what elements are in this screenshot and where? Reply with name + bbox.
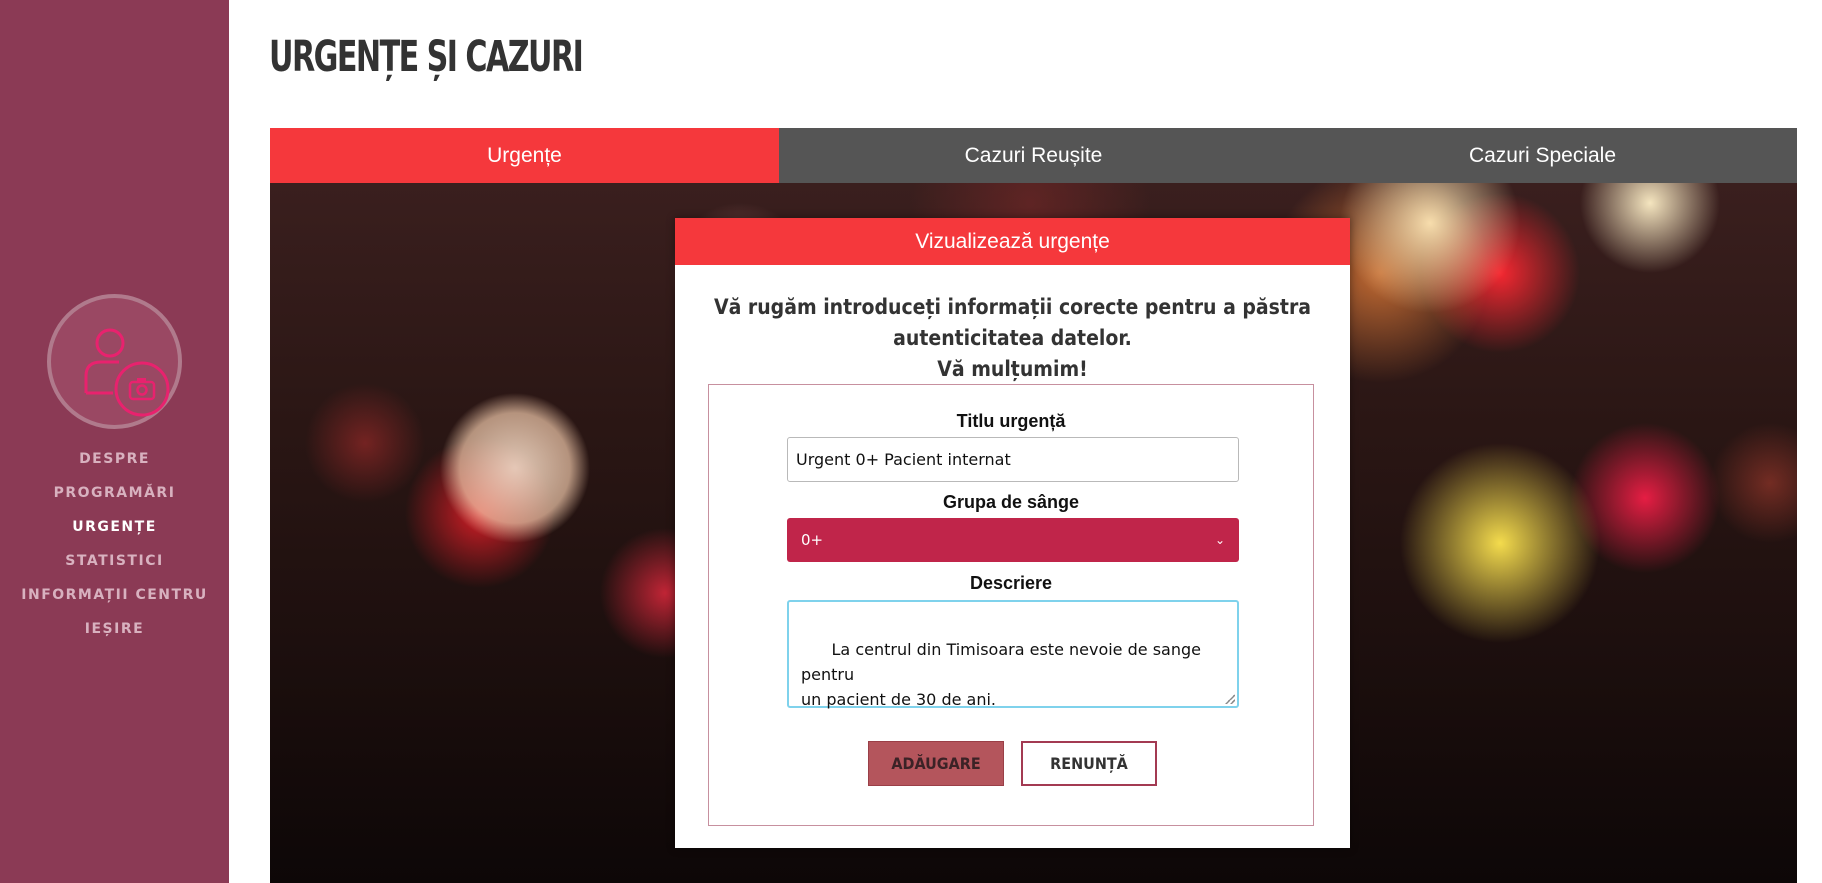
cancel-button[interactable]: RENUNȚĂ: [1021, 741, 1157, 786]
tab-bar: Urgențe Cazuri Reușite Cazuri Speciale: [270, 128, 1797, 183]
avatar[interactable]: [47, 294, 182, 429]
sidebar-item-urgente[interactable]: URGENȚE: [0, 516, 229, 550]
user-camera-icon: [84, 328, 170, 417]
chevron-down-icon: ⌄: [1214, 533, 1225, 547]
description-text: La centrul din Timisoara este nevoie de …: [801, 640, 1201, 709]
sidebar: DESPRE PROGRAMĂRI URGENȚE STATISTICI INF…: [0, 0, 229, 883]
blood-group-select[interactable]: 0+ ⌄: [787, 518, 1239, 562]
sidebar-item-programari[interactable]: PROGRAMĂRI: [0, 482, 229, 516]
resize-handle-icon[interactable]: [1225, 694, 1235, 704]
add-button[interactable]: ADĂUGARE: [868, 741, 1004, 786]
sidebar-nav: DESPRE PROGRAMĂRI URGENȚE STATISTICI INF…: [0, 448, 229, 652]
sidebar-item-statistici[interactable]: STATISTICI: [0, 550, 229, 584]
sidebar-item-informatii-centru[interactable]: INFORMAȚII CENTRU: [0, 584, 229, 618]
tab-cazuri-reusite[interactable]: Cazuri Reușite: [779, 128, 1288, 183]
card-header: Vizualizează urgențe: [675, 218, 1350, 265]
sidebar-item-despre[interactable]: DESPRE: [0, 448, 229, 482]
emergency-form-card: Vizualizează urgențe Vă rugăm introduceț…: [675, 218, 1350, 848]
tab-cazuri-speciale[interactable]: Cazuri Speciale: [1288, 128, 1797, 183]
description-textarea[interactable]: La centrul din Timisoara este nevoie de …: [787, 600, 1239, 709]
emergency-form: Titlu urgență Grupa de sânge 0+ ⌄ Descri…: [708, 384, 1314, 826]
description-label: Descriere: [969, 573, 1053, 593]
blood-group-value: 0+: [801, 531, 824, 549]
title-label: Titlu urgență: [956, 411, 1066, 431]
sidebar-item-iesire[interactable]: IEȘIRE: [0, 618, 229, 652]
notice-line-2: Vă mulțumim!: [937, 357, 1088, 381]
notice-line-1: Vă rugăm introduceți informații corecte …: [713, 295, 1312, 350]
page-title: URGENȚE ȘI CAZURI: [269, 32, 584, 82]
blood-group-label: Grupa de sânge: [942, 492, 1080, 512]
tab-urgente[interactable]: Urgențe: [270, 128, 779, 183]
title-input[interactable]: [787, 437, 1239, 482]
authenticity-notice: Vă rugăm introduceți informații corecte …: [685, 292, 1340, 385]
